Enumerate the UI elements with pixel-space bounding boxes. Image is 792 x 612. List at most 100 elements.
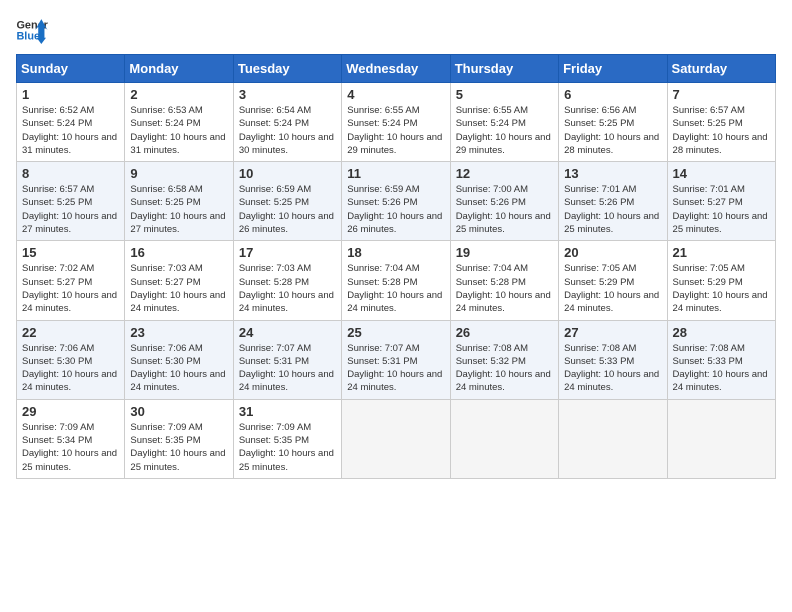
- day-info: Sunrise: 7:04 AMSunset: 5:28 PMDaylight:…: [347, 262, 444, 315]
- day-number: 15: [22, 245, 119, 260]
- calendar-day-cell: [667, 399, 775, 478]
- page-header: General Blue: [16, 16, 776, 44]
- day-info: Sunrise: 7:03 AMSunset: 5:28 PMDaylight:…: [239, 262, 336, 315]
- calendar-day-cell: 17 Sunrise: 7:03 AMSunset: 5:28 PMDayligh…: [233, 241, 341, 320]
- day-info: Sunrise: 6:57 AMSunset: 5:25 PMDaylight:…: [673, 104, 770, 157]
- calendar-day-cell: 27 Sunrise: 7:08 AMSunset: 5:33 PMDayligh…: [559, 320, 667, 399]
- day-number: 5: [456, 87, 553, 102]
- day-info: Sunrise: 7:05 AMSunset: 5:29 PMDaylight:…: [564, 262, 661, 315]
- day-info: Sunrise: 7:07 AMSunset: 5:31 PMDaylight:…: [347, 342, 444, 395]
- calendar-day-cell: 26 Sunrise: 7:08 AMSunset: 5:32 PMDayligh…: [450, 320, 558, 399]
- calendar-day-cell: 20 Sunrise: 7:05 AMSunset: 5:29 PMDayligh…: [559, 241, 667, 320]
- calendar-day-cell: 18 Sunrise: 7:04 AMSunset: 5:28 PMDayligh…: [342, 241, 450, 320]
- day-info: Sunrise: 7:00 AMSunset: 5:26 PMDaylight:…: [456, 183, 553, 236]
- day-info: Sunrise: 7:01 AMSunset: 5:27 PMDaylight:…: [673, 183, 770, 236]
- calendar-day-cell: 21Sunrise: 7:05 AMSunset: 5:29 PMDayligh…: [667, 241, 775, 320]
- calendar-day-cell: [450, 399, 558, 478]
- day-number: 14: [673, 166, 770, 181]
- day-info: Sunrise: 7:04 AMSunset: 5:28 PMDaylight:…: [456, 262, 553, 315]
- calendar-day-cell: 9 Sunrise: 6:58 AMSunset: 5:25 PMDaylight…: [125, 162, 233, 241]
- day-number: 30: [130, 404, 227, 419]
- day-info: Sunrise: 6:53 AMSunset: 5:24 PMDaylight:…: [130, 104, 227, 157]
- weekday-header-monday: Monday: [125, 55, 233, 83]
- day-number: 19: [456, 245, 553, 260]
- weekday-header-friday: Friday: [559, 55, 667, 83]
- day-number: 16: [130, 245, 227, 260]
- day-number: 12: [456, 166, 553, 181]
- calendar-day-cell: 4 Sunrise: 6:55 AMSunset: 5:24 PMDaylight…: [342, 83, 450, 162]
- day-number: 9: [130, 166, 227, 181]
- day-info: Sunrise: 6:59 AMSunset: 5:25 PMDaylight:…: [239, 183, 336, 236]
- calendar-day-cell: 31 Sunrise: 7:09 AMSunset: 5:35 PMDayligh…: [233, 399, 341, 478]
- day-info: Sunrise: 7:09 AMSunset: 5:35 PMDaylight:…: [239, 421, 336, 474]
- day-number: 20: [564, 245, 661, 260]
- day-number: 3: [239, 87, 336, 102]
- logo: General Blue: [16, 16, 48, 44]
- day-info: Sunrise: 6:58 AMSunset: 5:25 PMDaylight:…: [130, 183, 227, 236]
- calendar-table: SundayMondayTuesdayWednesdayThursdayFrid…: [16, 54, 776, 479]
- day-info: Sunrise: 6:54 AMSunset: 5:24 PMDaylight:…: [239, 104, 336, 157]
- day-info: Sunrise: 6:56 AMSunset: 5:25 PMDaylight:…: [564, 104, 661, 157]
- day-info: Sunrise: 6:52 AMSunset: 5:24 PMDaylight:…: [22, 104, 119, 157]
- calendar-day-cell: 13 Sunrise: 7:01 AMSunset: 5:26 PMDayligh…: [559, 162, 667, 241]
- calendar-day-cell: 2 Sunrise: 6:53 AMSunset: 5:24 PMDaylight…: [125, 83, 233, 162]
- weekday-header-thursday: Thursday: [450, 55, 558, 83]
- calendar-week-row: 8 Sunrise: 6:57 AMSunset: 5:25 PMDaylight…: [17, 162, 776, 241]
- day-number: 26: [456, 325, 553, 340]
- calendar-day-cell: [342, 399, 450, 478]
- calendar-day-cell: 10 Sunrise: 6:59 AMSunset: 5:25 PMDayligh…: [233, 162, 341, 241]
- day-info: Sunrise: 6:59 AMSunset: 5:26 PMDaylight:…: [347, 183, 444, 236]
- calendar-day-cell: 25 Sunrise: 7:07 AMSunset: 5:31 PMDayligh…: [342, 320, 450, 399]
- day-info: Sunrise: 6:57 AMSunset: 5:25 PMDaylight:…: [22, 183, 119, 236]
- calendar-day-cell: [559, 399, 667, 478]
- day-info: Sunrise: 7:08 AMSunset: 5:32 PMDaylight:…: [456, 342, 553, 395]
- day-number: 10: [239, 166, 336, 181]
- day-number: 28: [673, 325, 770, 340]
- day-number: 8: [22, 166, 119, 181]
- day-info: Sunrise: 7:01 AMSunset: 5:26 PMDaylight:…: [564, 183, 661, 236]
- day-number: 4: [347, 87, 444, 102]
- day-number: 13: [564, 166, 661, 181]
- day-number: 2: [130, 87, 227, 102]
- calendar-day-cell: 24 Sunrise: 7:07 AMSunset: 5:31 PMDayligh…: [233, 320, 341, 399]
- calendar-day-cell: 15 Sunrise: 7:02 AMSunset: 5:27 PMDayligh…: [17, 241, 125, 320]
- calendar-week-row: 22 Sunrise: 7:06 AMSunset: 5:30 PMDayligh…: [17, 320, 776, 399]
- weekday-header-row: SundayMondayTuesdayWednesdayThursdayFrid…: [17, 55, 776, 83]
- day-info: Sunrise: 7:05 AMSunset: 5:29 PMDaylight:…: [673, 262, 770, 315]
- day-info: Sunrise: 7:06 AMSunset: 5:30 PMDaylight:…: [130, 342, 227, 395]
- day-info: Sunrise: 6:55 AMSunset: 5:24 PMDaylight:…: [456, 104, 553, 157]
- calendar-day-cell: 28 Sunrise: 7:08 AMSunset: 5:33 PMDayligh…: [667, 320, 775, 399]
- day-info: Sunrise: 7:07 AMSunset: 5:31 PMDaylight:…: [239, 342, 336, 395]
- day-info: Sunrise: 6:55 AMSunset: 5:24 PMDaylight:…: [347, 104, 444, 157]
- day-number: 27: [564, 325, 661, 340]
- day-info: Sunrise: 7:08 AMSunset: 5:33 PMDaylight:…: [564, 342, 661, 395]
- calendar-day-cell: 30Sunrise: 7:09 AMSunset: 5:35 PMDayligh…: [125, 399, 233, 478]
- day-number: 31: [239, 404, 336, 419]
- day-info: Sunrise: 7:08 AMSunset: 5:33 PMDaylight:…: [673, 342, 770, 395]
- calendar-day-cell: 29Sunrise: 7:09 AMSunset: 5:34 PMDayligh…: [17, 399, 125, 478]
- weekday-header-tuesday: Tuesday: [233, 55, 341, 83]
- day-number: 17: [239, 245, 336, 260]
- calendar-day-cell: 5 Sunrise: 6:55 AMSunset: 5:24 PMDaylight…: [450, 83, 558, 162]
- day-number: 25: [347, 325, 444, 340]
- calendar-day-cell: 16Sunrise: 7:03 AMSunset: 5:27 PMDayligh…: [125, 241, 233, 320]
- day-number: 22: [22, 325, 119, 340]
- day-info: Sunrise: 7:02 AMSunset: 5:27 PMDaylight:…: [22, 262, 119, 315]
- weekday-header-saturday: Saturday: [667, 55, 775, 83]
- calendar-day-cell: 1 Sunrise: 6:52 AMSunset: 5:24 PMDaylight…: [17, 83, 125, 162]
- day-number: 23: [130, 325, 227, 340]
- day-number: 18: [347, 245, 444, 260]
- calendar-day-cell: 19 Sunrise: 7:04 AMSunset: 5:28 PMDayligh…: [450, 241, 558, 320]
- day-number: 24: [239, 325, 336, 340]
- calendar-day-cell: 23 Sunrise: 7:06 AMSunset: 5:30 PMDayligh…: [125, 320, 233, 399]
- calendar-day-cell: 12 Sunrise: 7:00 AMSunset: 5:26 PMDayligh…: [450, 162, 558, 241]
- logo-icon: General Blue: [16, 16, 48, 44]
- svg-text:Blue: Blue: [16, 30, 40, 42]
- day-info: Sunrise: 7:06 AMSunset: 5:30 PMDaylight:…: [22, 342, 119, 395]
- calendar-day-cell: 22 Sunrise: 7:06 AMSunset: 5:30 PMDayligh…: [17, 320, 125, 399]
- day-number: 1: [22, 87, 119, 102]
- day-number: 6: [564, 87, 661, 102]
- calendar-week-row: 1 Sunrise: 6:52 AMSunset: 5:24 PMDaylight…: [17, 83, 776, 162]
- day-number: 29: [22, 404, 119, 419]
- calendar-day-cell: 7Sunrise: 6:57 AMSunset: 5:25 PMDaylight…: [667, 83, 775, 162]
